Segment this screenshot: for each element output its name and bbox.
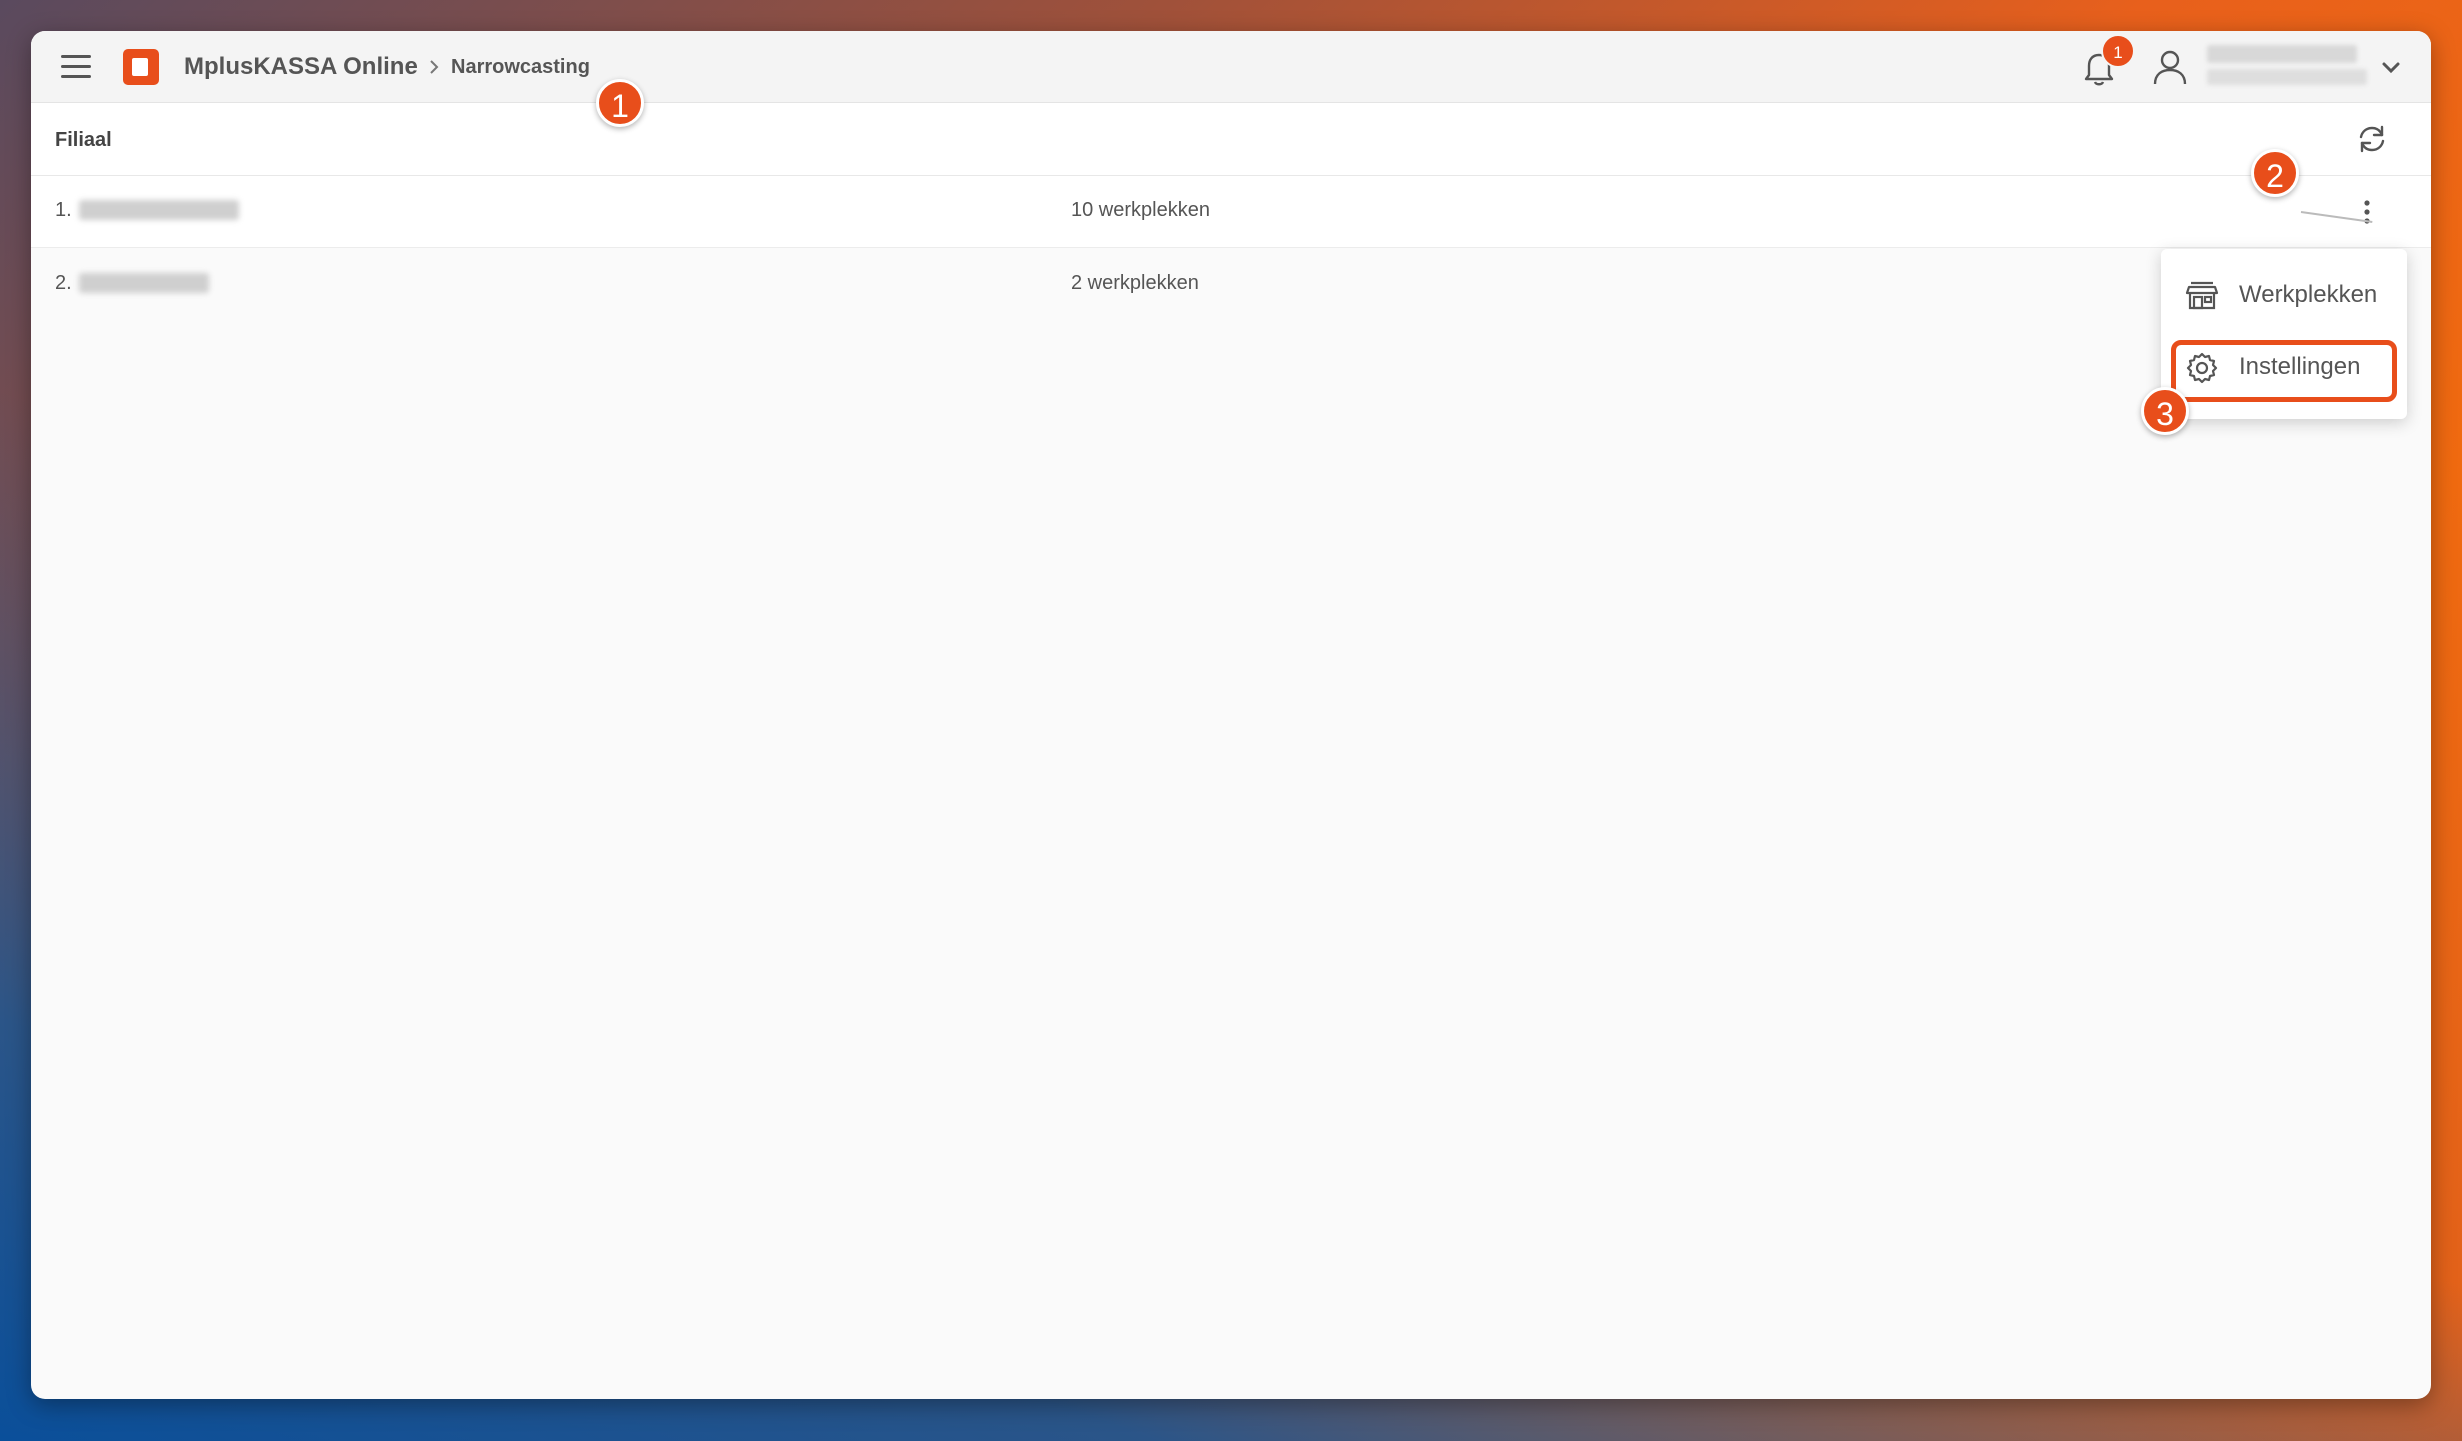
notification-badge: 1 xyxy=(2101,34,2135,68)
row-workstation-count: 10 werkplekken xyxy=(1071,199,1210,221)
chevron-right-icon xyxy=(427,53,443,88)
top-bar: MplusKASSA Online Narrowcasting 1 xyxy=(31,31,2431,103)
step-badge-2: 2 xyxy=(2251,149,2299,197)
menu-item-label: Werkplekken xyxy=(2239,281,2378,308)
row-number: 1. xyxy=(55,199,72,221)
menu-icon[interactable] xyxy=(61,55,91,79)
step-badge-3: 3 xyxy=(2141,387,2189,435)
app-logo[interactable] xyxy=(123,49,159,85)
more-vertical-icon[interactable] xyxy=(2351,196,2383,228)
branch-name-blurred xyxy=(79,200,239,220)
branch-name-blurred xyxy=(79,273,209,293)
table-row[interactable]: 2. 2 werkplekken xyxy=(31,249,2431,321)
table-header: Filiaal xyxy=(31,103,2431,176)
breadcrumb-current: Narrowcasting xyxy=(451,56,590,78)
refresh-icon[interactable] xyxy=(2354,121,2390,157)
step-badge-1: 1 xyxy=(596,79,644,127)
user-icon[interactable] xyxy=(2150,47,2190,87)
row-workstation-count: 2 werkplekken xyxy=(1071,272,1199,294)
user-subtitle-blurred[interactable] xyxy=(2207,69,2367,85)
user-name-blurred[interactable] xyxy=(2207,45,2357,63)
app-window: MplusKASSA Online Narrowcasting 1 Filiaa… xyxy=(31,31,2431,1399)
row-number: 2. xyxy=(55,272,72,294)
menu-item-werkplekken[interactable]: Werkplekken xyxy=(2161,261,2407,327)
app-title[interactable]: MplusKASSA Online xyxy=(184,53,418,81)
table-row[interactable]: 1. 10 werkplekken xyxy=(31,176,2431,248)
column-title-filiaal: Filiaal xyxy=(55,129,112,151)
chevron-down-icon[interactable] xyxy=(2376,53,2406,83)
store-icon xyxy=(2185,279,2219,313)
highlight-box xyxy=(2171,340,2397,402)
